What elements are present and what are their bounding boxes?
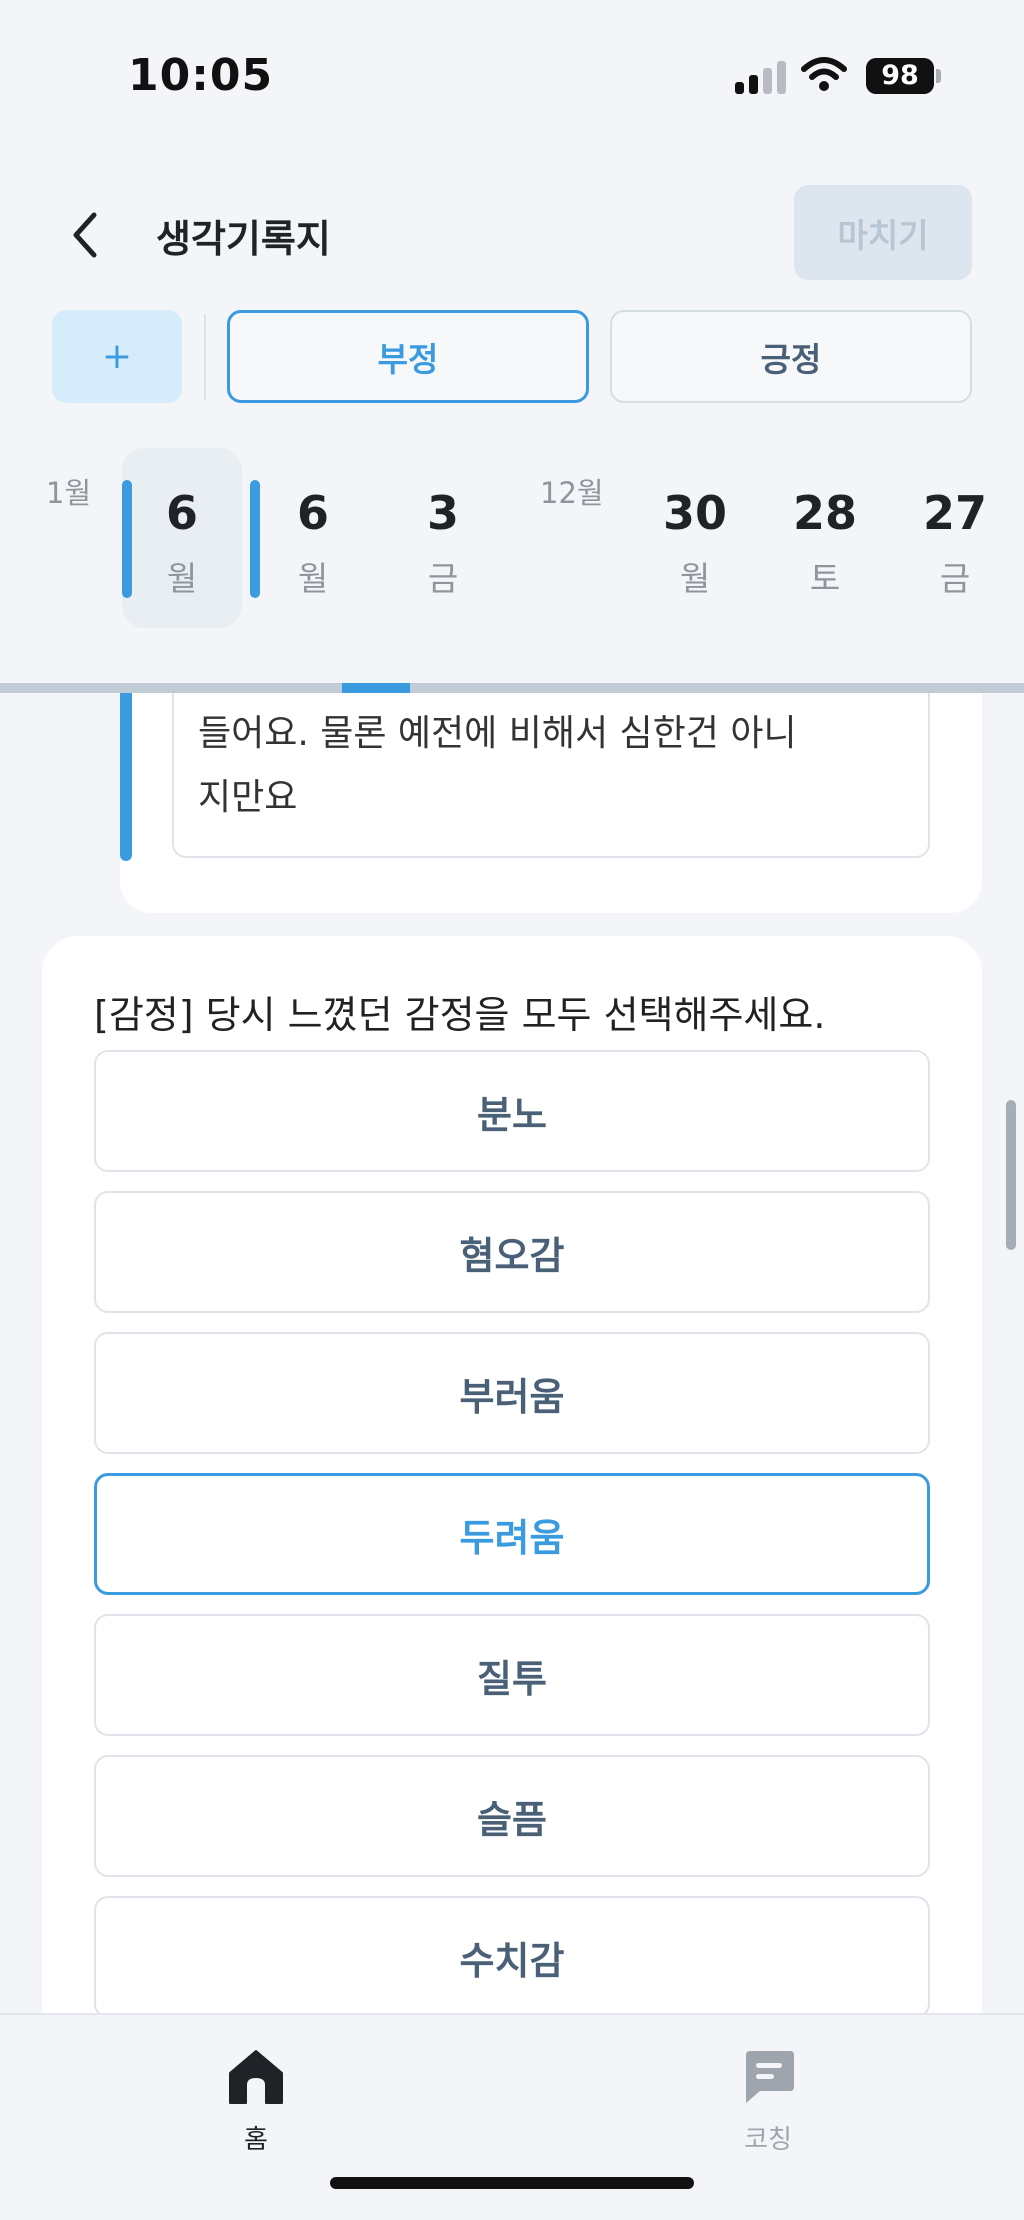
signal-icon — [735, 60, 787, 94]
nav-coaching-label: 코칭 — [744, 2125, 792, 2155]
filter-row: + 부정 긍정 — [0, 310, 1024, 405]
emotion-option[interactable]: 질투 — [94, 1614, 930, 1736]
date-weekday: 월 — [297, 559, 329, 598]
date-strip: 1월 6 월 6 월 3 금 12월 30 월 28 토 27 금 — [0, 440, 1024, 640]
month-label: 12월 — [540, 476, 604, 510]
nav-home[interactable]: 홈 — [176, 2031, 336, 2155]
emotion-question-text: [감정] 당시 느꼈던 감정을 모두 선택해주세요. — [94, 993, 826, 1037]
status-time: 10:05 — [128, 50, 274, 101]
emotion-option[interactable]: 슬픔 — [94, 1755, 930, 1877]
date-indicator-bar — [122, 480, 132, 598]
date-item[interactable]: 6 월 — [253, 448, 373, 628]
previous-answer-line: 들어요. 물론 예전에 비해서 심한건 아니 — [198, 713, 797, 754]
emotion-option-selected[interactable]: 두려움 — [94, 1473, 930, 1595]
content-scroll[interactable]: 들어요. 물론 예전에 비해서 심한건 아니 지만요 [감정] 당시 느꼈던 감… — [0, 693, 1024, 2013]
previous-answer-text[interactable]: 들어요. 물론 예전에 비해서 심한건 아니 지만요 — [172, 693, 930, 858]
chat-icon — [746, 2051, 794, 2103]
date-weekday: 월 — [166, 559, 198, 598]
previous-answer-bar — [120, 693, 132, 861]
date-item[interactable]: 6 월 — [122, 448, 242, 628]
nav-home-label: 홈 — [244, 2125, 268, 2155]
nav-coaching[interactable]: 코칭 — [688, 2031, 848, 2155]
month-label: 1월 — [46, 476, 92, 510]
battery-icon: 98 — [866, 58, 934, 94]
scrollbar-thumb[interactable] — [1006, 1100, 1016, 1250]
date-weekday: 금 — [427, 559, 459, 598]
date-day: 6 — [296, 486, 329, 540]
date-day: 6 — [165, 486, 198, 540]
date-item[interactable]: 30 월 — [635, 448, 755, 628]
date-day: 3 — [426, 486, 459, 540]
emotion-option[interactable]: 혐오감 — [94, 1191, 930, 1313]
back-button[interactable] — [60, 205, 110, 265]
home-icon — [229, 2050, 283, 2104]
battery-cap — [936, 69, 941, 83]
date-day: 30 — [662, 486, 727, 540]
date-day: 27 — [922, 486, 987, 540]
date-item[interactable]: 3 금 — [383, 448, 503, 628]
wifi-icon — [800, 55, 848, 97]
date-weekday: 월 — [679, 559, 711, 598]
date-item[interactable]: 27 금 — [895, 448, 1015, 628]
date-day: 28 — [792, 486, 857, 540]
date-item[interactable]: 28 토 — [765, 448, 885, 628]
filter-divider — [204, 314, 206, 400]
finish-button[interactable]: 마치기 — [794, 185, 972, 280]
tab-positive[interactable]: 긍정 — [610, 310, 972, 403]
header: 생각기록지 마치기 — [0, 150, 1024, 290]
status-bar: 10:05 98 — [0, 0, 1024, 150]
add-button[interactable]: + — [52, 310, 182, 403]
tab-negative[interactable]: 부정 — [227, 310, 589, 403]
date-weekday: 금 — [939, 559, 971, 598]
page-title: 생각기록지 — [156, 217, 331, 261]
header-divider — [0, 683, 1024, 693]
emotion-option[interactable]: 수치감 — [94, 1896, 930, 2013]
home-indicator — [330, 2177, 694, 2189]
chevron-left-icon — [73, 212, 97, 258]
emotion-option[interactable]: 분노 — [94, 1050, 930, 1172]
date-weekday: 토 — [809, 559, 841, 598]
divider-accent — [342, 683, 410, 693]
emotion-question-card: [감정] 당시 느꼈던 감정을 모두 선택해주세요. 분노 혐오감 부러움 두려… — [42, 936, 982, 2013]
emotion-option[interactable]: 부러움 — [94, 1332, 930, 1454]
previous-answer-line: 지만요 — [198, 777, 298, 818]
